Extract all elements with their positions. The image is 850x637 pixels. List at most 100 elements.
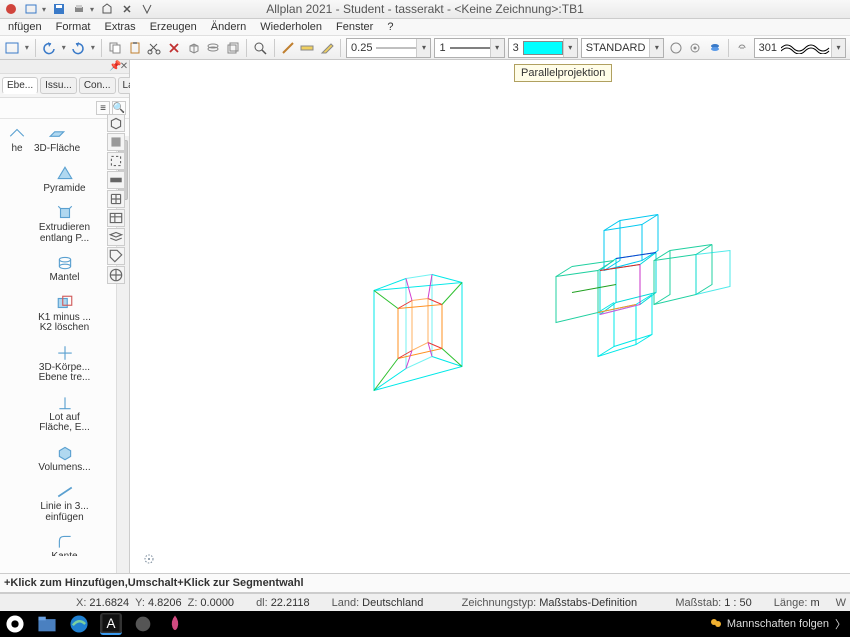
tool-icon[interactable] — [98, 2, 116, 17]
drawing-canvas[interactable] — [130, 60, 850, 573]
redo-icon[interactable] — [70, 38, 87, 58]
paint-icon[interactable] — [667, 38, 684, 58]
tool-he[interactable]: he — [6, 123, 28, 157]
status-type[interactable]: Maßstabs-Definition — [539, 597, 637, 609]
tool-volume[interactable]: Volumens... — [2, 442, 127, 476]
layer-combo[interactable]: 301 ▾ — [754, 38, 846, 58]
dropdown-icon[interactable]: ▾ — [649, 39, 663, 57]
notification-text: Mannschaften folgen — [727, 618, 829, 630]
link-icon[interactable] — [734, 38, 751, 58]
menu-modify[interactable]: Ändern — [205, 20, 252, 34]
cross-icon[interactable] — [118, 2, 136, 17]
dropdown-icon[interactable]: ▾ — [490, 39, 504, 57]
status-dl: 22.2118 — [271, 597, 310, 609]
view-shade-icon[interactable] — [107, 133, 125, 151]
tool-perpendicular[interactable]: Lot auf Fläche, E... — [2, 392, 127, 436]
linestyle-combo[interactable]: 3 ▾ — [508, 38, 578, 58]
menu-extras[interactable]: Extras — [99, 20, 142, 34]
edge-icon[interactable] — [68, 613, 90, 635]
tool-fillet[interactable]: Kante ausrunden — [2, 531, 127, 556]
start-icon[interactable] — [4, 613, 26, 635]
settings-icon[interactable] — [132, 613, 154, 635]
edit-icon[interactable] — [319, 38, 336, 58]
ruler-icon[interactable] — [299, 38, 316, 58]
stack-icon[interactable] — [707, 38, 724, 58]
origin-marker-icon — [143, 553, 155, 565]
view-layers-icon[interactable] — [107, 228, 125, 246]
copy-icon[interactable] — [107, 38, 124, 58]
list-icon[interactable]: ≡ — [96, 101, 110, 115]
pen-value: 1 — [435, 42, 449, 54]
status-unit[interactable]: m — [810, 597, 819, 609]
tab-issu[interactable]: Issu... — [40, 77, 77, 94]
status-y: 4.8206 — [148, 597, 182, 609]
tool-line3d[interactable]: Linie in 3... einfügen — [2, 481, 127, 525]
dropdown-icon[interactable]: ▾ — [24, 43, 30, 52]
status-z: 0.0000 — [200, 597, 234, 609]
delete-icon[interactable] — [166, 38, 183, 58]
main-toolbar: ▾ ▾ ▾ 0.25 ▾ 1 ▾ 3 ▾ STANDARD ▾ 301 ▾ — [0, 36, 850, 60]
standard-combo[interactable]: STANDARD ▾ — [581, 38, 665, 58]
standard-value: STANDARD — [582, 42, 650, 54]
tab-ebe[interactable]: Ebe... — [2, 77, 38, 94]
tool-3d-surface[interactable]: 3D-Fläche — [32, 123, 82, 157]
search-icon[interactable]: 🔍 — [112, 101, 126, 115]
print-icon[interactable] — [70, 2, 88, 17]
cube-icon[interactable] — [185, 38, 202, 58]
notification-icon[interactable]: Mannschaften folgen — [709, 617, 829, 631]
svg-text:A: A — [107, 616, 116, 631]
save-icon[interactable] — [50, 2, 68, 17]
status-x: 21.6824 — [89, 597, 129, 609]
menu-help[interactable]: ? — [381, 20, 399, 34]
status-land[interactable]: Deutschland — [362, 597, 423, 609]
dropdown-icon[interactable]: ▾ — [563, 39, 577, 57]
view-table-icon[interactable] — [107, 209, 125, 227]
paste-icon[interactable] — [127, 38, 144, 58]
pin-icon[interactable]: 📌 — [109, 61, 119, 72]
layer-value: 301 — [755, 42, 781, 54]
view-section-icon[interactable] — [107, 171, 125, 189]
os-taskbar: A Mannschaften folgen 〉 — [0, 611, 850, 637]
view-hidden-icon[interactable] — [107, 152, 125, 170]
undo-icon[interactable] — [41, 38, 58, 58]
help-icon[interactable] — [138, 2, 156, 17]
tool-plane[interactable]: 3D-Körpe... Ebene tre... — [2, 342, 127, 386]
dropdown-icon[interactable]: ▾ — [61, 43, 67, 52]
view-grid-icon[interactable] — [107, 190, 125, 208]
thickness-combo[interactable]: 0.25 ▾ — [346, 38, 431, 58]
menu-icon[interactable] — [2, 2, 20, 17]
allplan-icon[interactable]: A — [100, 613, 122, 635]
dropdown-icon[interactable]: ▾ — [40, 5, 48, 14]
pen-combo[interactable]: 1 ▾ — [434, 38, 504, 58]
thickness-value: 0.25 — [347, 42, 376, 54]
layers-icon[interactable] — [205, 38, 222, 58]
dropdown-icon[interactable]: ▾ — [90, 43, 96, 52]
menu-window[interactable]: Fenster — [330, 20, 379, 34]
window-icon[interactable] — [4, 38, 21, 58]
menu-create[interactable]: Erzeugen — [144, 20, 203, 34]
dropdown-icon[interactable]: ▾ — [88, 5, 96, 14]
close-icon[interactable]: ✕ — [119, 61, 129, 72]
tab-con[interactable]: Con... — [79, 77, 116, 94]
box-icon[interactable] — [225, 38, 242, 58]
flame-icon[interactable] — [164, 613, 186, 635]
menu-format[interactable]: Format — [50, 20, 97, 34]
menu-redo[interactable]: Wiederholen — [254, 20, 328, 34]
view-wire-icon[interactable] — [107, 114, 125, 132]
window-icon[interactable] — [22, 2, 40, 17]
view-toolbar — [107, 114, 125, 284]
zoom-icon[interactable] — [252, 38, 269, 58]
dropdown-icon[interactable]: ▾ — [831, 39, 845, 57]
measure-icon[interactable] — [279, 38, 296, 58]
status-scale[interactable]: 1 : 50 — [724, 597, 752, 609]
tool-boolean[interactable]: K1 minus ... K2 löschen — [2, 292, 127, 336]
explorer-icon[interactable] — [36, 613, 58, 635]
dropdown-icon[interactable]: ▾ — [416, 39, 430, 57]
view-globe-icon[interactable] — [107, 266, 125, 284]
menu-insert[interactable]: nfügen — [2, 20, 48, 34]
target-icon[interactable] — [687, 38, 704, 58]
cut-icon[interactable] — [146, 38, 163, 58]
tray-chevron-icon[interactable]: 〉 — [835, 616, 846, 632]
color-swatch — [523, 41, 563, 55]
view-tag-icon[interactable] — [107, 247, 125, 265]
